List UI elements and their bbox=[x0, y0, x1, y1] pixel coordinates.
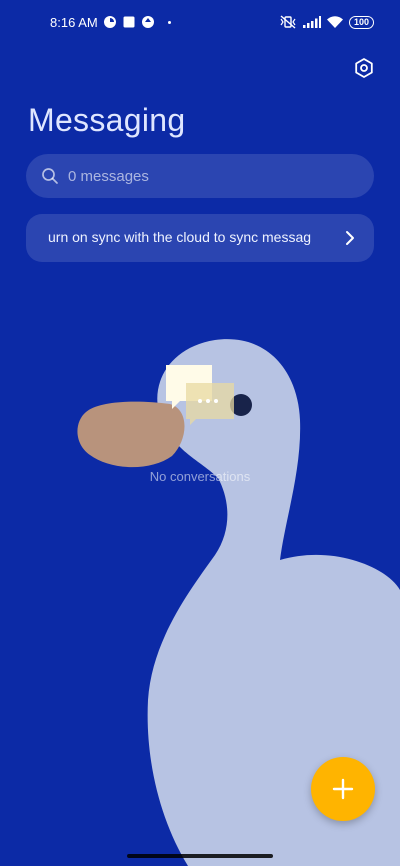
notification-app-icon-2 bbox=[141, 16, 154, 28]
search-input[interactable]: 0 messages bbox=[68, 168, 149, 185]
settings-button[interactable] bbox=[350, 54, 378, 82]
wifi-icon bbox=[326, 16, 343, 28]
search-bar[interactable]: 0 messages bbox=[26, 154, 374, 198]
home-indicator[interactable] bbox=[127, 854, 273, 858]
status-time: 8:16 AM bbox=[50, 14, 98, 30]
settings-hexagon-icon bbox=[355, 58, 373, 78]
chat-bubbles-icon bbox=[166, 365, 234, 425]
battery-indicator: 100 bbox=[348, 15, 374, 29]
more-notifications-dot bbox=[167, 20, 171, 24]
plus-icon bbox=[332, 778, 354, 800]
new-message-button[interactable] bbox=[311, 757, 375, 821]
signal-icon bbox=[302, 16, 321, 28]
status-right: 100 bbox=[279, 15, 374, 29]
empty-state-label: No conversations bbox=[149, 469, 251, 484]
status-left: 8:16 AM bbox=[50, 15, 171, 30]
vibrate-off-icon bbox=[280, 15, 296, 29]
search-icon bbox=[42, 168, 58, 184]
sync-banner-text: urn on sync with the cloud to sync messa… bbox=[48, 229, 312, 245]
page-title: Messaging bbox=[28, 102, 186, 138]
chevron-right-icon bbox=[346, 231, 354, 245]
sync-banner[interactable]: urn on sync with the cloud to sync messa… bbox=[26, 214, 374, 262]
messaging-screen: 8:16 AM 100 Messaging 0 messages urn on … bbox=[0, 0, 400, 866]
status-bar: 8:16 AM 100 bbox=[0, 10, 400, 34]
notification-square-icon bbox=[123, 16, 135, 28]
notification-app-icon bbox=[103, 16, 116, 28]
